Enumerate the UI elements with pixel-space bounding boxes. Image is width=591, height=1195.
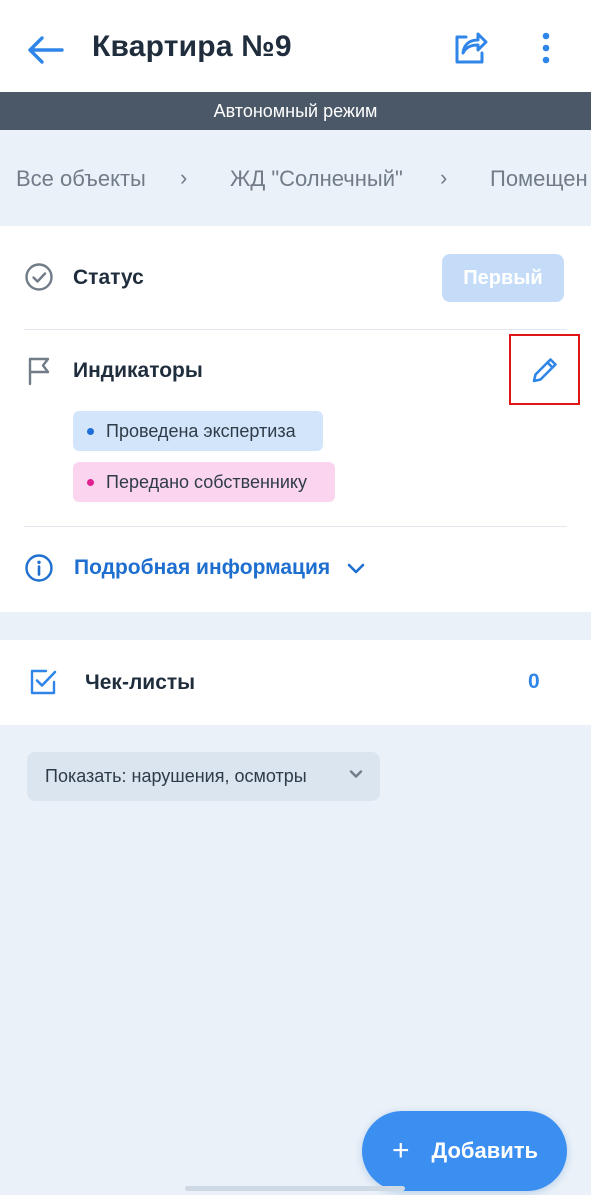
top-app-bar: Квартира №9	[0, 0, 591, 92]
pencil-icon	[532, 357, 557, 382]
breadcrumb-premises[interactable]: Помещен	[490, 166, 588, 192]
more-vertical-icon	[542, 32, 550, 64]
add-button-label: Добавить	[431, 1138, 539, 1163]
chevron-down-icon	[347, 563, 365, 574]
breadcrumb-complex[interactable]: ЖД "Солнечный"	[230, 166, 403, 192]
divider	[24, 526, 567, 527]
page-title: Квартира №9	[92, 30, 292, 63]
indicators-label: Индикаторы	[73, 359, 203, 382]
breadcrumb: Все объекты › ЖД "Солнечный" › Помещен	[0, 130, 591, 226]
edit-indicators-button[interactable]	[509, 334, 580, 405]
home-indicator	[185, 1186, 405, 1191]
status-badge[interactable]: Первый	[442, 254, 564, 302]
indicator-dot-icon	[87, 478, 94, 486]
back-button[interactable]	[24, 28, 68, 72]
plus-icon: +	[392, 1134, 410, 1167]
more-options-button[interactable]	[524, 26, 568, 70]
indicator-chip: Проведена экспертиза	[73, 411, 323, 451]
indicator-text: Проведена экспертиза	[106, 420, 296, 441]
share-button[interactable]	[448, 26, 492, 70]
arrow-left-icon	[28, 36, 64, 64]
divider	[24, 329, 567, 330]
breadcrumb-separator-icon: ›	[440, 165, 448, 190]
checklists-label: Чек-листы	[85, 671, 196, 694]
show-filter-dropdown[interactable]: Показать: нарушения, осмотры	[27, 752, 380, 801]
status-label: Статус	[73, 266, 144, 289]
share-icon	[455, 32, 488, 64]
indicator-dot-icon	[87, 427, 94, 435]
indicator-text: Передано собственнику	[106, 471, 307, 492]
offline-mode-banner: Автономный режим	[0, 92, 591, 130]
indicator-chip: Передано собственнику	[73, 462, 335, 502]
details-toggle[interactable]: Подробная информация	[24, 552, 366, 584]
checklists-row[interactable]: Чек-листы 0	[0, 640, 591, 725]
breadcrumb-separator-icon: ›	[180, 165, 188, 190]
filter-label: Показать: нарушения, осмотры	[45, 766, 307, 786]
checkbox-icon	[28, 667, 58, 697]
info-icon	[25, 554, 53, 582]
check-circle-icon	[24, 262, 54, 292]
chevron-down-icon	[349, 770, 363, 778]
flag-icon	[24, 356, 54, 386]
add-button[interactable]: + Добавить	[362, 1111, 567, 1191]
checklists-count: 0	[528, 670, 540, 693]
object-info-card: Статус Первый Индикаторы Проведена экспе…	[0, 226, 591, 612]
details-label: Подробная информация	[74, 556, 331, 579]
breadcrumb-all-objects[interactable]: Все объекты	[16, 166, 146, 192]
